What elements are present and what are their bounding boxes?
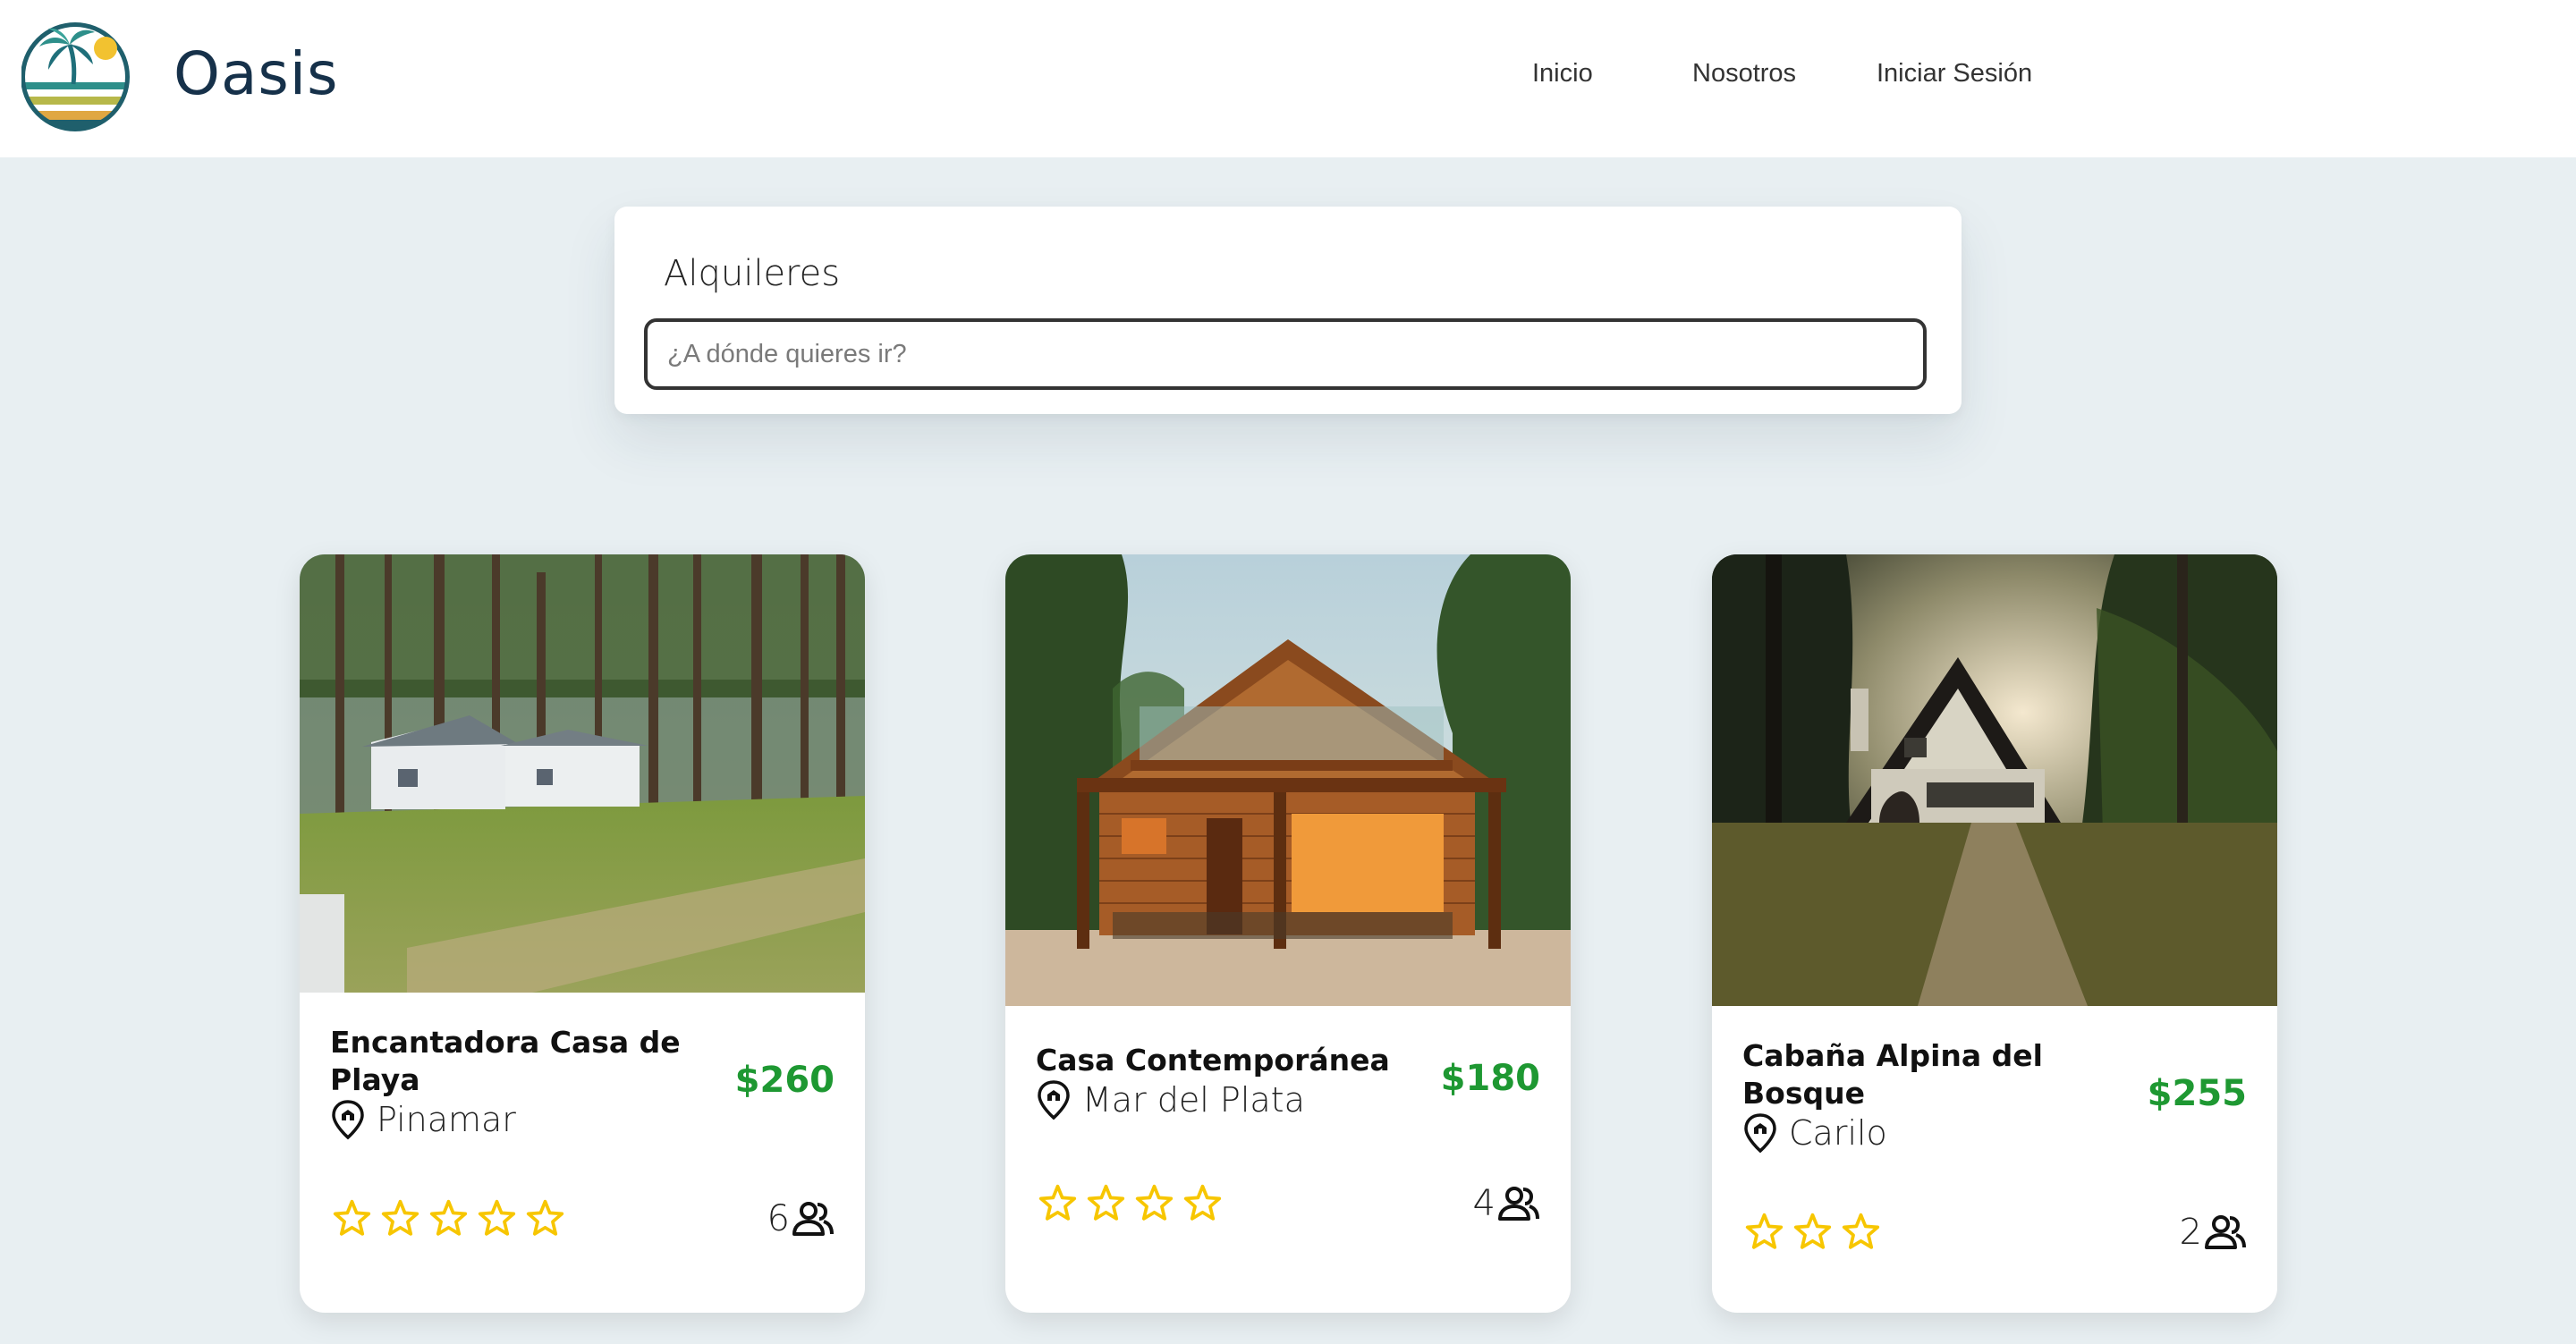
star-icon bbox=[1793, 1213, 1832, 1249]
location-pin-icon bbox=[1744, 1113, 1776, 1154]
brand-name[interactable]: Oasis bbox=[174, 39, 339, 108]
top-header: Oasis Inicio Nosotros Iniciar Sesión bbox=[0, 0, 2576, 157]
listing-price: $180 bbox=[1440, 1058, 1540, 1099]
listing-title: Cabaña Alpina del Bosque bbox=[1742, 1038, 2043, 1111]
rating-stars bbox=[332, 1198, 565, 1238]
search-title: Alquileres bbox=[664, 253, 841, 294]
star-icon bbox=[1087, 1184, 1125, 1221]
listing-price: $255 bbox=[2147, 1073, 2247, 1114]
star-icon bbox=[381, 1199, 419, 1236]
guest-count: 6 bbox=[767, 1198, 790, 1239]
guest-capacity: 4 bbox=[1473, 1183, 1540, 1224]
star-icon bbox=[1842, 1213, 1880, 1249]
listing-card[interactable]: Casa Contemporánea Mar del Plata $180 4 bbox=[1005, 554, 1571, 1313]
listing-photo bbox=[1005, 554, 1571, 1006]
star-icon bbox=[1038, 1184, 1077, 1221]
guest-count: 4 bbox=[1472, 1183, 1496, 1224]
listing-title: Encantadora Casa de Playa bbox=[330, 1025, 681, 1097]
listing-price: $260 bbox=[734, 1060, 835, 1101]
location-pin-icon bbox=[1038, 1080, 1070, 1120]
nav-iniciar-sesion[interactable]: Iniciar Sesión bbox=[1877, 59, 2032, 89]
listing-photo bbox=[1712, 554, 2277, 1006]
listing-location: Carilo bbox=[1742, 1111, 1887, 1155]
listing-card[interactable]: Cabaña Alpina del Bosque Carilo $255 2 bbox=[1712, 554, 2277, 1313]
location-label: Mar del Plata bbox=[1082, 1080, 1305, 1120]
page: Oasis Inicio Nosotros Iniciar Sesión Alq… bbox=[0, 0, 2576, 1344]
star-icon bbox=[1745, 1213, 1784, 1249]
oasis-logo[interactable] bbox=[21, 20, 136, 134]
star-icon bbox=[1183, 1184, 1222, 1221]
nav-nosotros[interactable]: Nosotros bbox=[1692, 59, 1796, 89]
listing-location: Mar del Plata bbox=[1036, 1078, 1305, 1122]
location-pin-icon bbox=[332, 1100, 364, 1140]
listing-location: Pinamar bbox=[330, 1097, 516, 1142]
rating-stars bbox=[1744, 1212, 1881, 1252]
rating-stars bbox=[1038, 1183, 1223, 1223]
star-icon bbox=[333, 1199, 371, 1236]
listing-title: Casa Contemporánea bbox=[1036, 1043, 1390, 1078]
guest-capacity: 6 bbox=[767, 1198, 835, 1239]
people-icon bbox=[1498, 1187, 1539, 1221]
listing-photo bbox=[300, 554, 865, 993]
location-label: Pinamar bbox=[377, 1100, 516, 1139]
search-input[interactable] bbox=[644, 318, 1927, 390]
star-icon bbox=[478, 1199, 516, 1236]
guest-count: 2 bbox=[2179, 1212, 2202, 1253]
listing-card[interactable]: Encantadora Casa de Playa Pinamar $260 6 bbox=[300, 554, 865, 1313]
guest-capacity: 2 bbox=[2180, 1212, 2247, 1253]
star-icon bbox=[429, 1199, 468, 1236]
nav-inicio[interactable]: Inicio bbox=[1532, 59, 1593, 89]
star-icon bbox=[526, 1199, 564, 1236]
people-icon bbox=[2205, 1215, 2246, 1249]
location-label: Carilo bbox=[1789, 1113, 1887, 1153]
people-icon bbox=[792, 1202, 834, 1236]
search-panel: Alquileres bbox=[614, 207, 1962, 414]
star-icon bbox=[1135, 1184, 1174, 1221]
